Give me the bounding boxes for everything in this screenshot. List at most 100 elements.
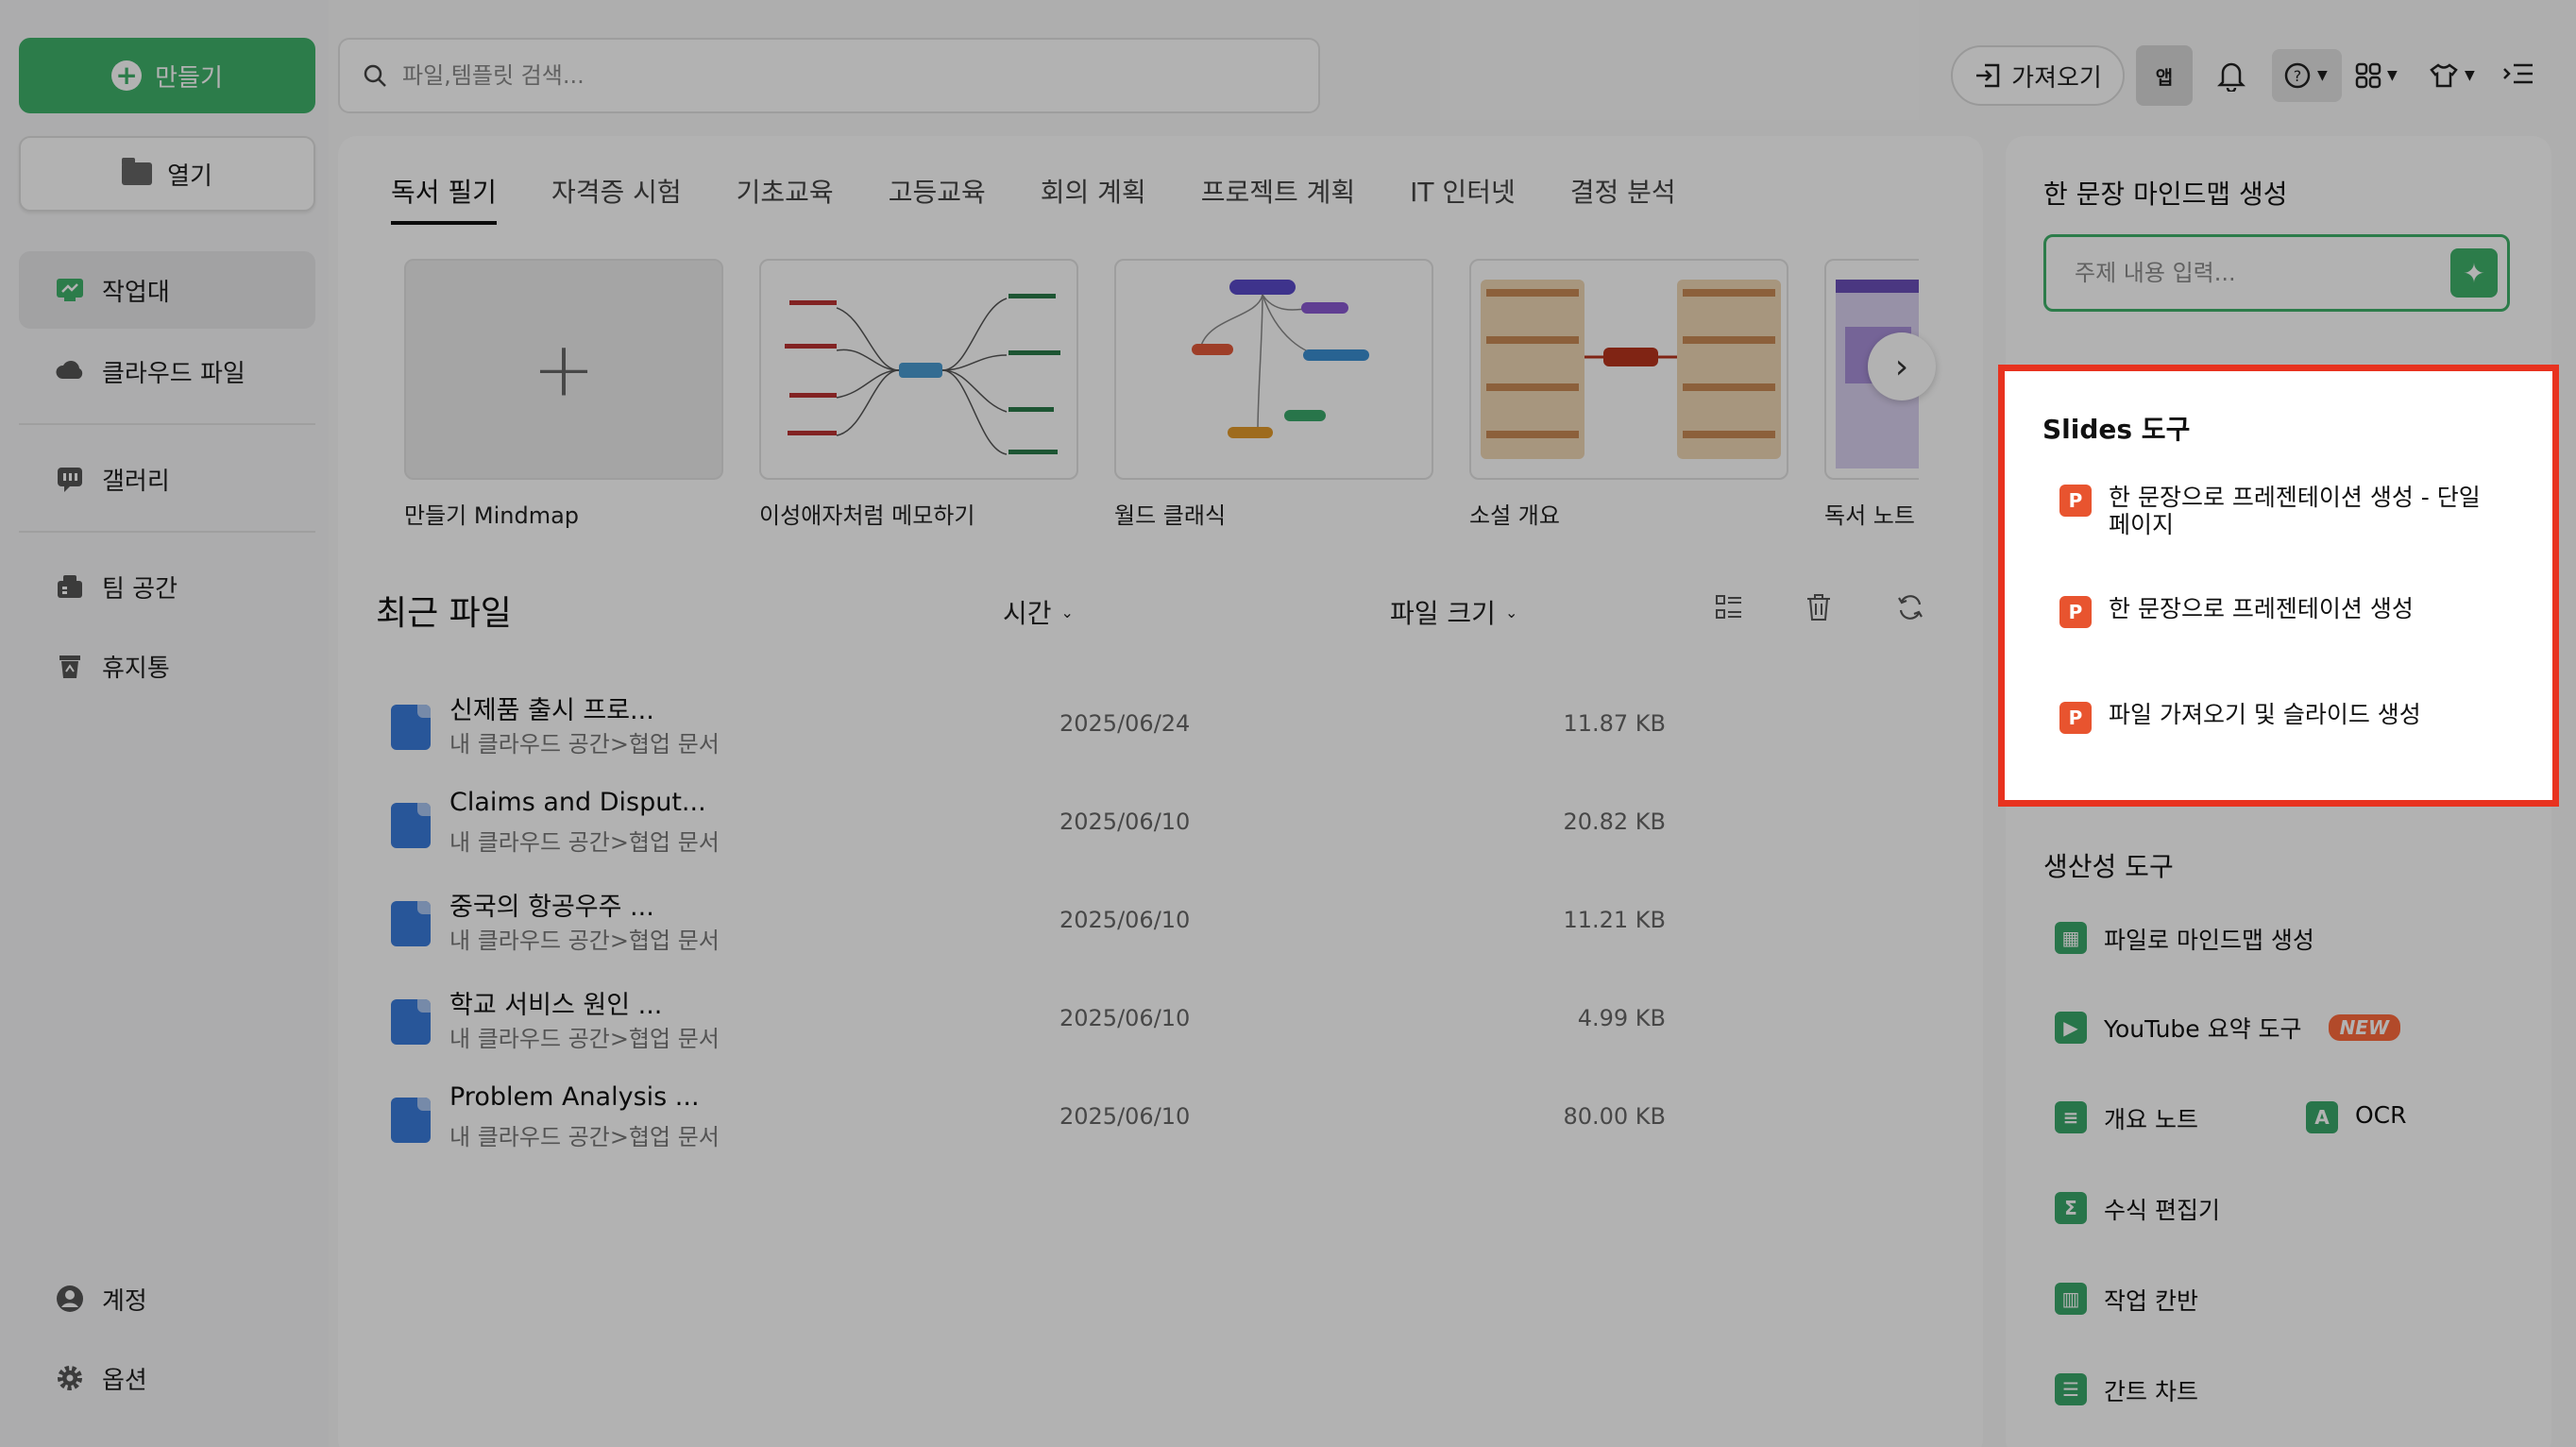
sidebar-item-trash[interactable]: 휴지통: [19, 627, 315, 705]
mindmap-file-icon: ▦: [2055, 922, 2087, 954]
tool-gantt-chart[interactable]: ☰ 간트 차트: [2055, 1373, 2198, 1407]
search-input[interactable]: [402, 62, 1252, 89]
theme-button[interactable]: ▼: [2429, 57, 2475, 94]
notification-button[interactable]: [2217, 57, 2246, 94]
generate-button[interactable]: ✦: [2450, 248, 2498, 298]
sort-by-time[interactable]: 시간 ⌄: [1003, 593, 1074, 631]
sidebar-item-gallery[interactable]: 갤러리: [19, 440, 315, 518]
folder-icon: [122, 158, 153, 185]
create-button[interactable]: + 만들기: [19, 38, 315, 113]
kanban-icon: ▥: [2055, 1283, 2087, 1315]
ppt-icon: P: [2059, 596, 2092, 628]
tool-label-line: 한 문장으로 프레젠테이션 생성 - 단일: [2109, 484, 2481, 511]
template-card[interactable]: 이성애자처럼 메모하기: [759, 259, 1078, 530]
file-row[interactable]: 중국의 항공우주 ... 내 클라우드 공간>협업 문서 2025/06/10 …: [391, 878, 1940, 973]
column-time-label: 시간: [1003, 598, 1052, 629]
cloud-icon: [56, 361, 83, 379]
import-button[interactable]: 가져오기: [1951, 45, 2125, 106]
tool-task-kanban[interactable]: ▥ 작업 칸반: [2055, 1283, 2198, 1317]
delete-button[interactable]: [1805, 593, 1832, 621]
view-toggle-button[interactable]: [1715, 593, 1743, 621]
tab-project-plan[interactable]: 프로젝트 계획: [1201, 172, 1355, 225]
app-button[interactable]: 앱: [2136, 45, 2193, 106]
sidebar-item-label: 계정: [102, 1286, 147, 1316]
tab-decision-analysis[interactable]: 결정 분석: [1570, 172, 1676, 225]
panel-toggle-button[interactable]: [2502, 57, 2534, 94]
shared-doc-icon: [391, 803, 431, 848]
tool-import-file-to-slides[interactable]: P 파일 가져오기 및 슬라이드 생성: [2059, 701, 2421, 734]
sidebar-item-label: 갤러리: [102, 467, 170, 496]
search-bar[interactable]: [338, 38, 1320, 113]
sparkle-icon: ✦: [2463, 257, 2485, 289]
file-path: 내 클라우드 공간>협업 문서: [449, 1124, 720, 1150]
help-icon-wrap: ? ▼: [2283, 57, 2328, 94]
carousel-next-button[interactable]: ›: [1868, 332, 1936, 400]
sidebar-item-options[interactable]: 옵션: [19, 1339, 315, 1417]
tool-formula-editor[interactable]: Σ 수식 편집기: [2055, 1192, 2220, 1226]
tool-label: 수식 편집기: [2104, 1197, 2220, 1224]
tool-label: 한 문장으로 프레젠테이션 생성 - 단일 페이지: [2109, 484, 2481, 539]
file-date: 2025/06/10: [1059, 1005, 1191, 1031]
tool-youtube-summary[interactable]: ▶ YouTube 요약 도구 NEW: [2055, 1011, 2401, 1045]
tab-reading-notes[interactable]: 독서 필기: [391, 172, 497, 225]
chevron-down-icon: ▼: [2465, 68, 2475, 83]
account-icon: [57, 1285, 83, 1312]
mindmap-preview-icon: [1481, 280, 1781, 459]
chevron-right-icon: ›: [1894, 347, 1909, 386]
file-date: 2025/06/24: [1059, 710, 1191, 737]
tool-label: OCR: [2355, 1101, 2407, 1129]
sidebar-item-cloud-files[interactable]: 클라우드 파일: [19, 332, 315, 410]
tab-certification[interactable]: 자격증 시험: [551, 172, 682, 225]
file-size: 11.87 KB: [1563, 710, 1666, 737]
template-thumbnail: +: [404, 259, 723, 480]
file-size: 11.21 KB: [1563, 907, 1666, 933]
tool-sentence-to-presentation[interactable]: P 한 문장으로 프레젠테이션 생성: [2059, 595, 2414, 628]
column-size-label: 파일 크기: [1390, 598, 1496, 629]
tool-ocr[interactable]: A OCR: [2306, 1101, 2407, 1133]
template-label: 만들기 Mindmap: [404, 502, 580, 529]
tool-label: 작업 칸반: [2104, 1287, 2198, 1315]
bell-icon: [2217, 62, 2246, 92]
tab-higher-education[interactable]: 고등교육: [889, 172, 986, 225]
topic-input[interactable]: [2075, 260, 2415, 286]
sidebar-item-workbench[interactable]: 작업대: [19, 251, 315, 329]
mindmap-generator-title: 한 문장 마인드맵 생성: [2043, 179, 2288, 210]
sort-by-size[interactable]: 파일 크기 ⌄: [1390, 593, 1517, 631]
gantt-icon: ☰: [2055, 1373, 2087, 1405]
tool-label-line: 페이지: [2109, 510, 2175, 538]
sidebar-item-account[interactable]: 계정: [19, 1260, 315, 1337]
refresh-button[interactable]: [1896, 593, 1924, 621]
file-row[interactable]: 학교 서비스 원인 ... 내 클라우드 공간>협업 문서 2025/06/10…: [391, 977, 1940, 1071]
template-card[interactable]: 소설 개요: [1469, 259, 1788, 530]
tab-it-internet[interactable]: IT 인터넷: [1410, 172, 1516, 225]
template-carousel: + 만들기 Mindmap 이성애자처럼 메모하기 월드 클래식 소설 개요 독…: [404, 259, 1919, 542]
tab-basic-education[interactable]: 기초교육: [737, 172, 834, 225]
ocr-icon: A: [2306, 1101, 2338, 1133]
import-icon: [1976, 63, 2000, 88]
template-card-new[interactable]: + 만들기 Mindmap: [404, 259, 723, 530]
sidebar-divider: [19, 423, 315, 425]
apps-menu-button[interactable]: ▼: [2355, 57, 2398, 94]
sigma-icon: Σ: [2055, 1192, 2087, 1224]
tool-sentence-to-presentation-single[interactable]: P 한 문장으로 프레젠테이션 생성 - 단일 페이지: [2059, 484, 2481, 539]
outline-menu-icon: [2503, 63, 2533, 84]
trash-icon: [1807, 594, 1830, 621]
tool-label: YouTube 요약 도구: [2104, 1015, 2302, 1043]
file-row[interactable]: 신제품 출시 프로... 내 클라우드 공간>협업 문서 2025/06/24 …: [391, 682, 1940, 776]
open-label: 열기: [167, 162, 212, 191]
open-button[interactable]: 열기: [19, 136, 315, 212]
tool-file-to-mindmap[interactable]: ▦ 파일로 마인드맵 생성: [2055, 922, 2314, 956]
file-row[interactable]: Claims and Disput... 내 클라우드 공간>협업 문서 202…: [391, 780, 1940, 875]
trash-icon: [59, 655, 80, 678]
file-size: 80.00 KB: [1563, 1103, 1666, 1130]
topic-input-box[interactable]: ✦: [2043, 234, 2510, 312]
template-label: 이성애자처럼 메모하기: [759, 502, 975, 529]
sidebar-item-team-space[interactable]: 팀 공간: [19, 548, 315, 625]
file-name: 중국의 항공우주 ...: [449, 893, 654, 922]
template-card[interactable]: 월드 클래식: [1114, 259, 1433, 530]
tool-outline-notes[interactable]: ≡ 개요 노트: [2055, 1101, 2198, 1135]
template-label: 독서 노트 툴: [1824, 502, 1919, 529]
file-path: 내 클라우드 공간>협업 문서: [449, 1026, 720, 1052]
file-row[interactable]: Problem Analysis ... 내 클라우드 공간>협업 문서 202…: [391, 1075, 1940, 1169]
tab-meeting-plan[interactable]: 회의 계획: [1041, 172, 1146, 225]
